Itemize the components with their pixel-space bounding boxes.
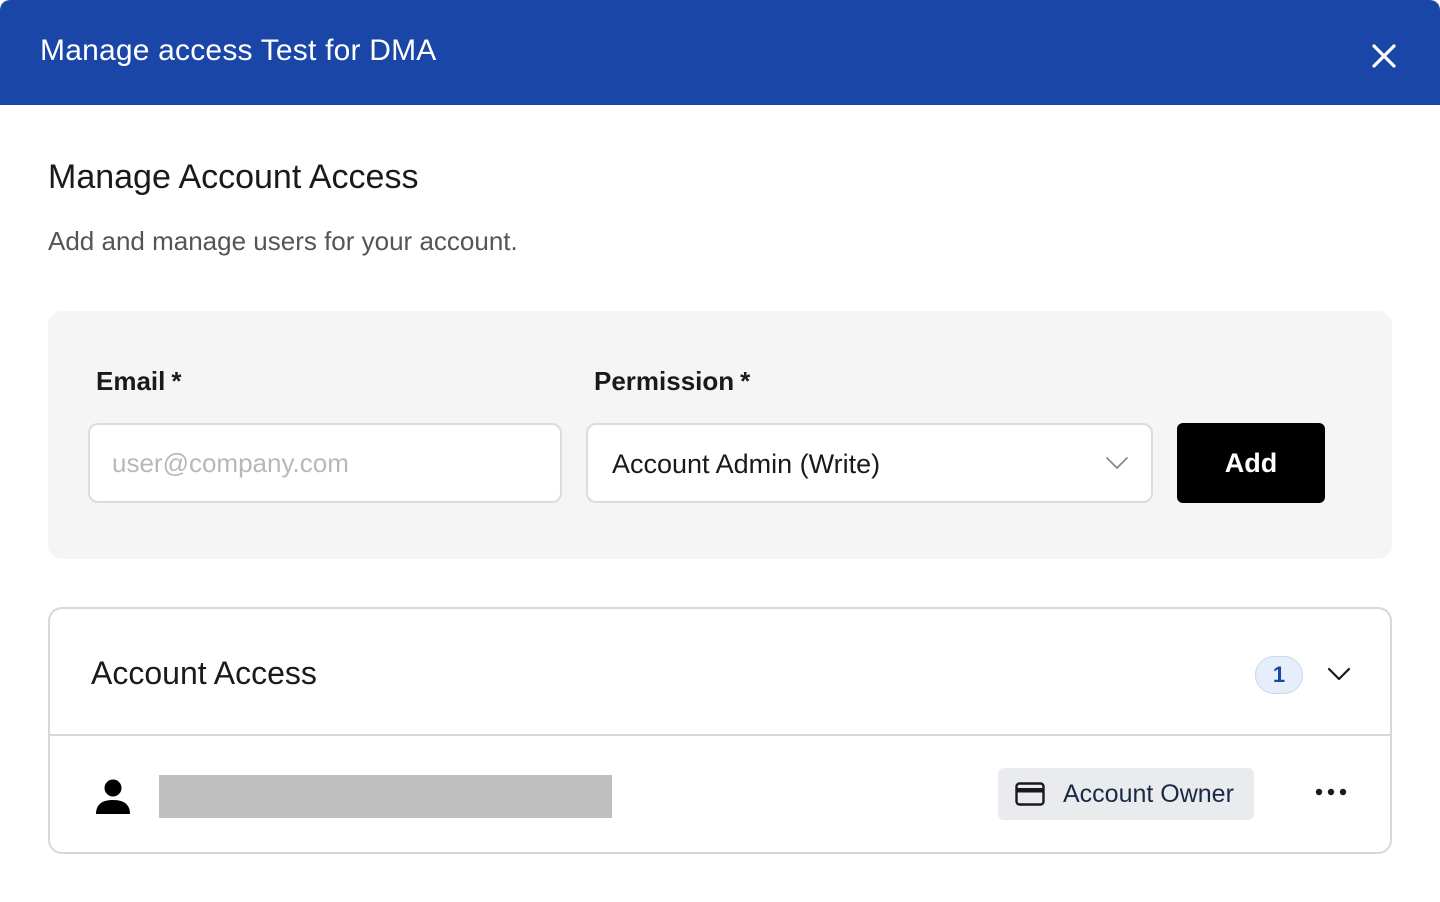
email-required-marker: * [171, 366, 182, 396]
more-options-button[interactable] [1308, 774, 1354, 810]
modal-header: Manage access Test for DMA [0, 0, 1440, 105]
permission-selected-value: Account Admin (Write) [612, 449, 881, 479]
section-subtitle: Add and manage users for your account. [48, 226, 518, 256]
add-user-button[interactable]: Add [1177, 423, 1325, 503]
permission-label-text: Permission [594, 366, 735, 396]
redacted-user-email [159, 775, 612, 818]
account-access-title: Account Access [91, 655, 317, 691]
email-label-text: Email [96, 366, 166, 396]
more-horizontal-icon [1315, 788, 1347, 796]
permission-required-marker: * [740, 366, 751, 396]
section-title: Manage Account Access [48, 158, 419, 196]
credit-card-icon [1015, 782, 1045, 806]
chevron-down-icon [1106, 457, 1128, 469]
permission-select[interactable]: Account Admin (Write) [586, 423, 1153, 503]
account-access-card: Account Access 1 Account Owner [48, 607, 1392, 854]
account-access-header[interactable]: Account Access 1 [50, 609, 1390, 736]
manage-access-modal: Manage access Test for DMA Manage Accoun… [0, 0, 1440, 902]
chevron-down-icon[interactable] [1326, 663, 1352, 685]
email-input[interactable] [88, 423, 562, 503]
close-button[interactable] [1364, 36, 1404, 76]
person-icon [96, 779, 130, 814]
role-label: Account Owner [1063, 780, 1234, 808]
close-icon [1372, 44, 1396, 68]
permission-label: Permission * [594, 366, 750, 397]
user-count-badge: 1 [1255, 656, 1303, 694]
role-badge: Account Owner [998, 768, 1254, 820]
modal-title: Manage access Test for DMA [40, 34, 437, 67]
table-row: Account Owner [50, 738, 1390, 852]
email-label: Email * [96, 366, 182, 397]
